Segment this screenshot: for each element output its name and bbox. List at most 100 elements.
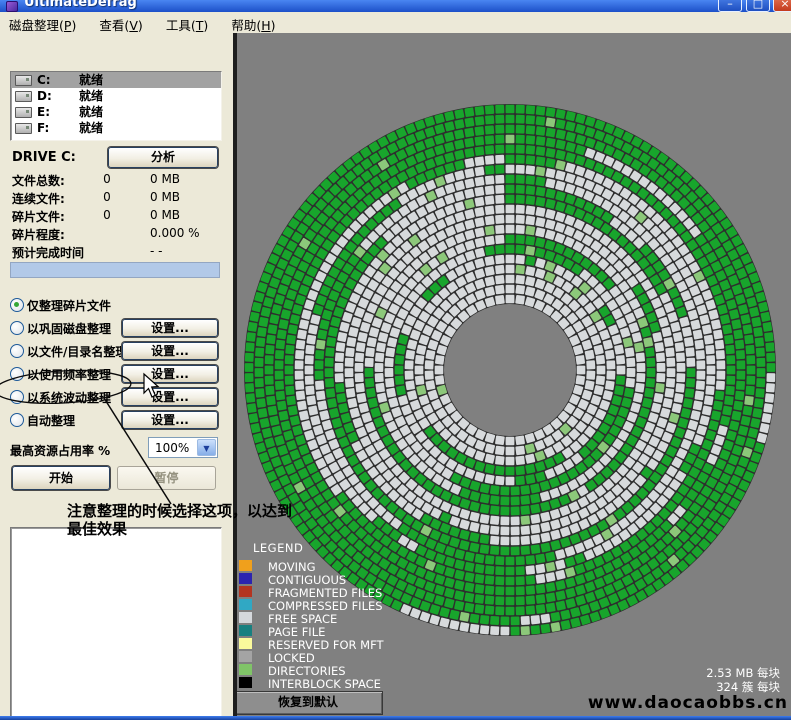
drive-status: 就绪: [79, 104, 103, 120]
disk-map-panel: LEGEND MOVING CONTIGUOUS FRAGMENTED FILE…: [237, 33, 791, 716]
stat-count: 0: [92, 172, 122, 186]
compressed-swatch: [239, 599, 252, 610]
selected-drive-label: DRIVE C:: [12, 150, 76, 165]
option-filename: 以文件/目录名整理 设置...: [0, 342, 233, 362]
option-label: 仅整理碎片文件: [27, 297, 111, 314]
radio-filename[interactable]: [10, 344, 24, 358]
resource-usage-label: 最高资源占用率 %: [10, 442, 110, 459]
radio-auto[interactable]: [10, 413, 24, 427]
menu-help[interactable]: 帮助(H): [222, 12, 284, 34]
drive-name: C:: [37, 72, 51, 88]
option-fragmented-only: 仅整理碎片文件: [0, 296, 233, 316]
interblock-swatch: [239, 677, 252, 688]
settings-button-frequency[interactable]: 设置...: [122, 365, 218, 383]
menu-label: 磁盘整理(: [9, 18, 64, 33]
legend-label: MOVING: [268, 560, 316, 574]
legend-item-interblock: INTERBLOCK SPACE: [238, 677, 468, 689]
menu-view[interactable]: 查看(V): [90, 12, 151, 34]
fragmented-swatch: [239, 586, 252, 597]
legend-label: LOCKED: [268, 651, 315, 665]
menu-label: ): [71, 18, 76, 33]
window-bottom-border: [0, 716, 791, 720]
drive-row-f[interactable]: F: 就绪: [11, 120, 221, 136]
settings-button-consolidate[interactable]: 设置...: [122, 319, 218, 337]
legend-item-moving: MOVING: [238, 560, 468, 572]
settings-button-volatility[interactable]: 设置...: [122, 388, 218, 406]
legend-label: INTERBLOCK SPACE: [268, 677, 381, 691]
restore-default-button[interactable]: 恢复到默认: [237, 691, 383, 715]
legend-item-fragmented: FRAGMENTED FILES: [238, 586, 468, 598]
output-pane: [10, 527, 222, 720]
maximize-button[interactable]: □: [746, 0, 770, 12]
settings-button-filename[interactable]: 设置...: [122, 342, 218, 360]
stat-fragmentation-level: 碎片程度: 0.000 %: [0, 226, 233, 240]
menu-label: ): [203, 18, 208, 33]
menu-accelerator: H: [261, 18, 270, 33]
menu-label: 查看(: [99, 18, 129, 33]
stat-fragmented-files: 碎片文件: 0 0 MB: [0, 208, 233, 222]
drive-name: F:: [37, 120, 49, 136]
option-frequency: 以使用频率整理 设置...: [0, 365, 233, 385]
annotation-line1: 注意整理的时候选择这项，以达到: [67, 502, 377, 520]
radio-volatility[interactable]: [10, 390, 24, 404]
radio-consolidate[interactable]: [10, 321, 24, 335]
freespace-swatch: [239, 612, 252, 623]
menu-disk-defrag[interactable]: 磁盘整理(P): [0, 12, 85, 34]
drive-row-c[interactable]: C: 就绪: [11, 72, 221, 88]
menu-tools[interactable]: 工具(T): [157, 12, 217, 34]
legend-item-pagefile: PAGE FILE: [238, 625, 468, 637]
option-label: 自动整理: [27, 412, 75, 429]
menu-label: 工具(: [166, 18, 196, 33]
watermark-text: www.daocaobbs.cn: [588, 693, 788, 713]
stat-size: 0 MB: [150, 208, 180, 222]
pagefile-swatch: [239, 625, 252, 636]
control-panel: C: 就绪 D: 就绪 E: 就绪 F: 就绪 DRIVE C: 分析 文件总数…: [0, 33, 233, 716]
drive-status: 就绪: [79, 72, 103, 88]
menu-label: ): [271, 18, 276, 33]
chevron-down-icon[interactable]: ▼: [197, 439, 216, 456]
radio-fragmented-only[interactable]: [10, 298, 24, 312]
stat-size: 0 MB: [150, 190, 180, 204]
tutorial-annotation: 注意整理的时候选择这项，以达到 最佳效果: [67, 502, 377, 538]
moving-swatch: [239, 560, 252, 571]
legend-label: FREE SPACE: [268, 612, 337, 626]
directories-swatch: [239, 664, 252, 675]
pause-button: 暂停: [117, 466, 216, 490]
radio-frequency[interactable]: [10, 367, 24, 381]
stat-label: 预计完成时间: [12, 244, 84, 261]
stat-label: 碎片程度:: [12, 226, 65, 243]
analyze-button[interactable]: 分析: [108, 147, 218, 168]
start-button[interactable]: 开始: [12, 466, 110, 490]
legend-label: RESERVED FOR MFT: [268, 638, 384, 652]
legend-title: LEGEND: [253, 541, 303, 555]
resource-usage-select[interactable]: 100% ▼: [148, 437, 218, 458]
settings-button-auto[interactable]: 设置...: [122, 411, 218, 429]
legend-item-freespace: FREE SPACE: [238, 612, 468, 624]
close-button[interactable]: ×: [773, 0, 791, 12]
option-label: 以巩固磁盘整理: [27, 320, 111, 337]
drive-row-d[interactable]: D: 就绪: [11, 88, 221, 104]
annotation-line2: 最佳效果: [67, 520, 377, 538]
stat-size: - -: [150, 244, 162, 258]
app-window: UltimateDefrag – □ × 磁盘整理(P) 查看(V) 工具(T)…: [0, 0, 791, 720]
stat-size: 0.000 %: [150, 226, 200, 240]
stat-label: 碎片文件:: [12, 208, 65, 225]
legend-label: DIRECTORIES: [268, 664, 346, 678]
minimize-button[interactable]: –: [718, 0, 742, 12]
option-label: 以使用频率整理: [27, 366, 111, 383]
drive-row-e[interactable]: E: 就绪: [11, 104, 221, 120]
progress-bar: [10, 262, 220, 278]
legend-label: FRAGMENTED FILES: [268, 586, 382, 600]
stat-count: 0: [92, 190, 122, 204]
window-title: UltimateDefrag: [24, 0, 137, 10]
stat-estimated-time: 预计完成时间 - -: [0, 244, 233, 258]
menu-bar: 磁盘整理(P) 查看(V) 工具(T) 帮助(H): [0, 12, 791, 33]
legend-item-contiguous: CONTIGUOUS: [238, 573, 468, 585]
drive-list[interactable]: C: 就绪 D: 就绪 E: 就绪 F: 就绪: [10, 71, 222, 141]
stat-label: 文件总数:: [12, 172, 65, 189]
drive-icon: [15, 75, 32, 86]
menu-label: ): [138, 18, 143, 33]
drive-icon: [15, 91, 32, 102]
drive-name: E:: [37, 104, 50, 120]
app-icon: [6, 1, 18, 12]
